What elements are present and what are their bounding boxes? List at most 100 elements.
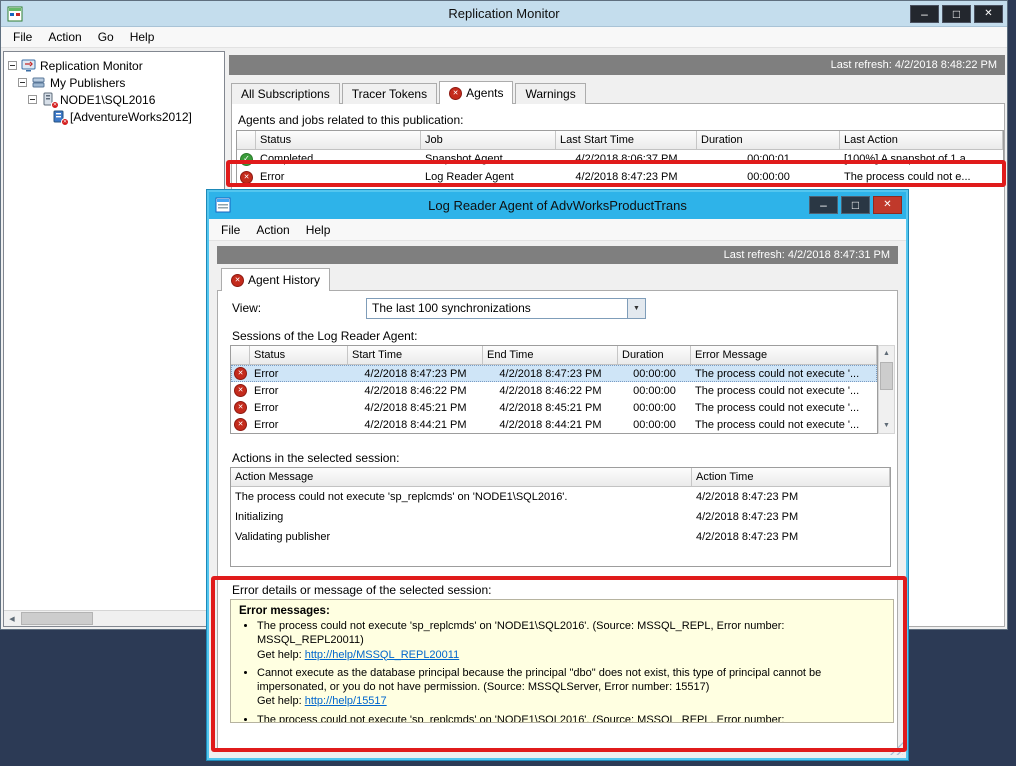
maximize-button[interactable] bbox=[841, 196, 870, 214]
main-titlebar: Replication Monitor bbox=[1, 1, 1007, 27]
header-job[interactable]: Job bbox=[421, 131, 556, 149]
tree-horizontal-scrollbar[interactable] bbox=[4, 610, 224, 626]
actions-table: Action Message Action Time The process c… bbox=[230, 467, 891, 567]
menu-action[interactable]: Action bbox=[40, 28, 89, 46]
sessions-caption: Sessions of the Log Reader Agent: bbox=[232, 329, 417, 343]
header-error-message[interactable]: Error Message bbox=[691, 346, 877, 364]
scroll-up-icon[interactable] bbox=[879, 346, 894, 361]
action-row[interactable]: The process could not execute 'sp_replcm… bbox=[231, 487, 890, 507]
header-duration[interactable]: Duration bbox=[697, 131, 840, 149]
action-time-cell: 4/2/2018 8:47:23 PM bbox=[692, 487, 890, 507]
agents-jobs-table: Status Job Last Start Time Duration Last… bbox=[236, 130, 1004, 187]
header-action-time[interactable]: Action Time bbox=[692, 468, 890, 486]
tab-label: Warnings bbox=[525, 87, 575, 101]
tree-item-label: NODE1\SQL2016 bbox=[60, 93, 155, 107]
log-reader-agent-window: Log Reader Agent of AdvWorksProductTrans… bbox=[207, 190, 908, 760]
header-icon-column[interactable] bbox=[237, 131, 256, 149]
status-cell: Error bbox=[250, 382, 348, 399]
header-duration[interactable]: Duration bbox=[618, 346, 691, 364]
chevron-down-icon[interactable] bbox=[627, 299, 645, 318]
table-header-row: Status Job Last Start Time Duration Last… bbox=[237, 131, 1003, 150]
error-message-item: The process could not execute 'sp_replcm… bbox=[257, 619, 893, 662]
window-controls bbox=[809, 196, 902, 214]
session-row[interactable]: Error 4/2/2018 8:45:21 PM 4/2/2018 8:45:… bbox=[231, 399, 877, 416]
error-icon bbox=[234, 418, 247, 431]
tree-item-node1-sql2016[interactable]: NODE1\SQL2016 bbox=[28, 91, 155, 108]
error-message-cell: The process could not execute '... bbox=[691, 399, 877, 416]
minimize-button[interactable] bbox=[809, 196, 838, 214]
header-last-action[interactable]: Last Action bbox=[840, 131, 1003, 149]
sessions-table: Status Start Time End Time Duration Erro… bbox=[230, 345, 878, 434]
error-message-cell: The process could not execute '... bbox=[691, 382, 877, 399]
tree-item-my-publishers[interactable]: My Publishers bbox=[18, 74, 125, 91]
tree-item-replication-monitor[interactable]: Replication Monitor bbox=[8, 57, 143, 74]
tab-tracer-tokens[interactable]: Tracer Tokens bbox=[342, 83, 437, 104]
menu-file[interactable]: File bbox=[5, 28, 40, 46]
scroll-down-icon[interactable] bbox=[879, 418, 894, 433]
menu-file[interactable]: File bbox=[213, 221, 248, 239]
status-cell: Completed bbox=[256, 150, 421, 168]
action-message-cell: Initializing bbox=[231, 507, 692, 527]
menu-help[interactable]: Help bbox=[122, 28, 163, 46]
duration-cell: 00:00:00 bbox=[618, 365, 691, 382]
error-text: Cannot execute as the database principal… bbox=[257, 667, 821, 693]
header-start-time[interactable]: Start Time bbox=[348, 346, 483, 364]
session-row[interactable]: Error 4/2/2018 8:44:21 PM 4/2/2018 8:44:… bbox=[231, 416, 877, 433]
tab-warnings[interactable]: Warnings bbox=[515, 83, 585, 104]
header-icon-column[interactable] bbox=[231, 346, 250, 364]
status-cell: Error bbox=[250, 416, 348, 433]
help-line: Get help: http://help/15517 bbox=[257, 694, 883, 708]
scrollbar-thumb[interactable] bbox=[21, 612, 93, 625]
header-status[interactable]: Status bbox=[250, 346, 348, 364]
tab-all-subscriptions[interactable]: All Subscriptions bbox=[231, 83, 340, 104]
action-time-cell: 4/2/2018 8:47:23 PM bbox=[692, 507, 890, 527]
minimize-button[interactable] bbox=[910, 5, 939, 23]
scroll-left-icon[interactable] bbox=[4, 611, 20, 626]
main-menubar: File Action Go Help bbox=[1, 27, 1007, 48]
action-row[interactable]: Initializing 4/2/2018 8:47:23 PM bbox=[231, 507, 890, 527]
tree-item-adventureworks2012[interactable]: [AdventureWorks2012] bbox=[38, 108, 192, 125]
start-time-cell: 4/2/2018 8:44:21 PM bbox=[348, 416, 483, 433]
collapse-icon[interactable] bbox=[28, 95, 37, 104]
table-row-log-reader-agent[interactable]: Error Log Reader Agent 4/2/2018 8:47:23 … bbox=[237, 168, 1003, 186]
error-message-cell: The process could not execute '... bbox=[691, 365, 877, 382]
menu-help[interactable]: Help bbox=[298, 221, 339, 239]
end-time-cell: 4/2/2018 8:45:21 PM bbox=[483, 399, 618, 416]
table-row-snapshot-agent[interactable]: Completed Snapshot Agent 4/2/2018 8:06:3… bbox=[237, 150, 1003, 168]
close-button[interactable] bbox=[873, 196, 902, 214]
job-cell: Log Reader Agent bbox=[421, 168, 556, 186]
header-status[interactable]: Status bbox=[256, 131, 421, 149]
job-cell: Snapshot Agent bbox=[421, 150, 556, 168]
header-action-message[interactable]: Action Message bbox=[231, 468, 692, 486]
error-message-cell: The process could not execute '... bbox=[691, 416, 877, 433]
tab-agent-history[interactable]: Agent History bbox=[221, 268, 330, 291]
menu-go[interactable]: Go bbox=[90, 28, 122, 46]
end-time-cell: 4/2/2018 8:47:23 PM bbox=[483, 365, 618, 382]
error-icon bbox=[234, 384, 247, 397]
collapse-icon[interactable] bbox=[8, 61, 17, 70]
agent-tabs: Agent History bbox=[221, 269, 332, 291]
duration-cell: 00:00:00 bbox=[697, 168, 840, 186]
view-dropdown[interactable]: The last 100 synchronizations bbox=[366, 298, 646, 319]
error-details-caption: Error details or message of the selected… bbox=[232, 583, 491, 597]
action-row[interactable]: Validating publisher 4/2/2018 8:47:23 PM bbox=[231, 527, 890, 547]
header-last-start-time[interactable]: Last Start Time bbox=[556, 131, 697, 149]
help-line: Get help: http://help/MSSQL_REPL20011 bbox=[257, 648, 883, 662]
collapse-icon[interactable] bbox=[18, 78, 27, 87]
maximize-button[interactable] bbox=[942, 5, 971, 23]
sessions-vertical-scrollbar[interactable] bbox=[878, 345, 895, 434]
last-action-cell: The process could not e... bbox=[840, 168, 1003, 186]
session-row[interactable]: Error 4/2/2018 8:47:23 PM 4/2/2018 8:47:… bbox=[231, 365, 877, 382]
session-row[interactable]: Error 4/2/2018 8:46:22 PM 4/2/2018 8:46:… bbox=[231, 382, 877, 399]
duration-cell: 00:00:01 bbox=[697, 150, 840, 168]
tab-agents[interactable]: Agents bbox=[439, 81, 513, 104]
publication-error-icon bbox=[51, 109, 67, 124]
scrollbar-thumb[interactable] bbox=[880, 362, 893, 390]
tree-item-label: [AdventureWorks2012] bbox=[70, 110, 192, 124]
status-cell: Error bbox=[250, 399, 348, 416]
header-end-time[interactable]: End Time bbox=[483, 346, 618, 364]
help-link[interactable]: http://help/15517 bbox=[305, 695, 387, 707]
help-link[interactable]: http://help/MSSQL_REPL20011 bbox=[305, 649, 460, 661]
menu-action[interactable]: Action bbox=[248, 221, 297, 239]
close-button[interactable] bbox=[974, 5, 1003, 23]
